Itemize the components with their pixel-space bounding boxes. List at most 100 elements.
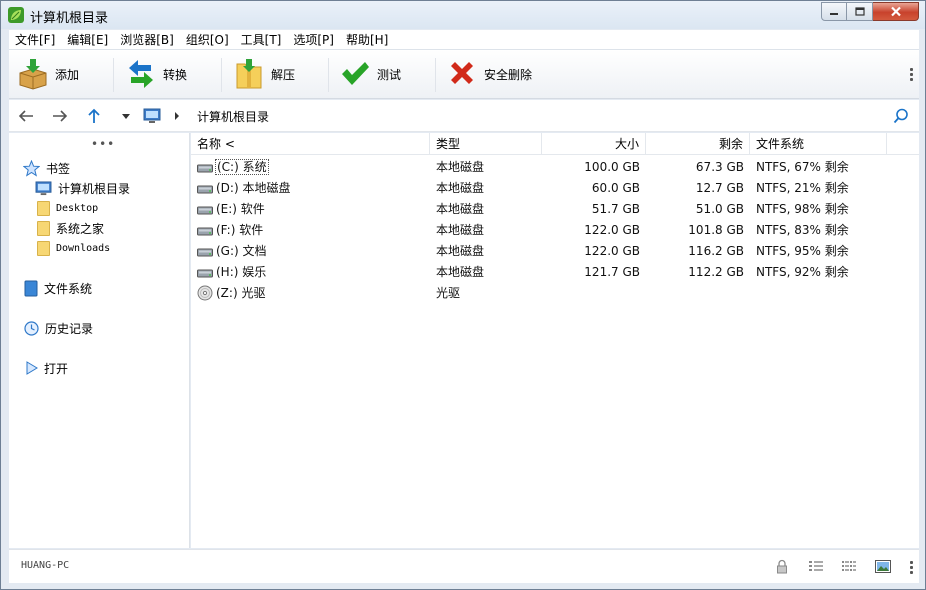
folder-icon bbox=[37, 220, 50, 236]
status-more-icon[interactable] bbox=[910, 561, 913, 576]
computer-icon bbox=[35, 180, 52, 195]
toolbar-separator bbox=[435, 58, 436, 92]
drive-filesystem: NTFS, 83% 剩余 bbox=[756, 223, 849, 237]
drive-name: (E:) 软件 bbox=[216, 202, 265, 216]
close-button[interactable] bbox=[873, 2, 919, 21]
table-row[interactable]: (Z:) 光驱 光驱 bbox=[191, 283, 919, 304]
optical-disc-icon bbox=[197, 285, 213, 301]
drive-free: 101.8 GB bbox=[688, 223, 744, 237]
bookmarks-label: 书签 bbox=[46, 161, 71, 176]
drive-size: 100.0 GB bbox=[584, 160, 640, 174]
search-icon[interactable] bbox=[893, 108, 909, 124]
drive-free: 67.3 GB bbox=[695, 160, 744, 174]
sidebar-open[interactable]: 打开 bbox=[26, 359, 68, 377]
drive-name: (G:) 文档 bbox=[216, 244, 267, 258]
drive-size: 60.0 GB bbox=[591, 181, 640, 195]
folder-zip-icon bbox=[236, 59, 262, 89]
thumbnail-view-icon[interactable] bbox=[875, 559, 891, 574]
convert-label: 转换 bbox=[163, 67, 188, 82]
drive-filesystem: NTFS, 67% 剩余 bbox=[756, 160, 849, 174]
drive-type: 光驱 bbox=[436, 286, 461, 300]
history-dropdown-icon[interactable] bbox=[121, 108, 131, 124]
column-size[interactable]: 大小 bbox=[542, 133, 646, 155]
breadcrumb-chevron-icon[interactable] bbox=[173, 108, 181, 124]
toolbar-separator bbox=[328, 58, 329, 92]
drive-filesystem: NTFS, 98% 剩余 bbox=[756, 202, 849, 216]
menu-help[interactable]: 帮助[H] bbox=[340, 30, 394, 50]
sidebar-item-computer-root[interactable]: 计算机根目录 bbox=[35, 179, 130, 197]
table-row[interactable]: (F:) 软件 本地磁盘 122.0 GB 101.8 GB NTFS, 83%… bbox=[191, 220, 919, 241]
drive-filesystem: NTFS, 95% 剩余 bbox=[756, 244, 849, 258]
drive-type: 本地磁盘 bbox=[436, 181, 485, 195]
drive-name: (C:) 系统 bbox=[215, 159, 269, 175]
table-row[interactable]: (D:) 本地磁盘 本地磁盘 60.0 GB 12.7 GB NTFS, 21%… bbox=[191, 178, 919, 199]
leaf-icon bbox=[8, 7, 24, 23]
drive-free: 51.0 GB bbox=[695, 202, 744, 216]
column-filesystem[interactable]: 文件系统 bbox=[750, 133, 887, 155]
add-button[interactable]: 添加 bbox=[17, 56, 79, 92]
status-bar: HUANG-PC bbox=[9, 549, 919, 583]
sidebar-item-xitongzhijia[interactable]: 系统之家 bbox=[37, 219, 104, 237]
test-button[interactable]: 测试 bbox=[339, 56, 401, 92]
menu-file[interactable]: 文件[F] bbox=[9, 30, 61, 50]
lock-icon[interactable] bbox=[774, 559, 790, 574]
minimize-button[interactable] bbox=[821, 2, 847, 21]
star-icon bbox=[23, 159, 40, 177]
computer-name: HUANG-PC bbox=[21, 560, 70, 571]
menu-organize[interactable]: 组织[O] bbox=[180, 30, 235, 50]
sidebar-more-icon[interactable]: ••• bbox=[91, 137, 115, 151]
drive-filesystem: NTFS, 21% 剩余 bbox=[756, 181, 849, 195]
forward-arrow-icon[interactable] bbox=[51, 108, 69, 124]
drive-size: 51.7 GB bbox=[591, 202, 640, 216]
filesystem-label: 文件系统 bbox=[44, 281, 93, 296]
sidebar-filesystem[interactable]: 文件系统 bbox=[24, 279, 92, 297]
table-row[interactable]: (E:) 软件 本地磁盘 51.7 GB 51.0 GB NTFS, 98% 剩… bbox=[191, 199, 919, 220]
drive-size: 122.0 GB bbox=[584, 223, 640, 237]
drive-type: 本地磁盘 bbox=[436, 160, 485, 174]
menu-bar: 文件[F] 编辑[E] 浏览器[B] 组织[O] 工具[T] 选项[P] 帮助[… bbox=[9, 30, 919, 50]
table-row[interactable]: (C:) 系统 本地磁盘 100.0 GB 67.3 GB NTFS, 67% … bbox=[191, 157, 919, 178]
maximize-button[interactable] bbox=[847, 2, 873, 21]
menu-options[interactable]: 选项[P] bbox=[287, 30, 340, 50]
sidebar-history[interactable]: 历史记录 bbox=[24, 319, 93, 337]
table-row[interactable]: (H:) 娱乐 本地磁盘 121.7 GB 112.2 GB NTFS, 92%… bbox=[191, 262, 919, 283]
drive-type: 本地磁盘 bbox=[436, 202, 485, 216]
column-name[interactable]: 名称 < bbox=[191, 133, 430, 155]
sidebar: ••• 书签 计算机根目录 Desktop 系统之家 Downloads 文件系… bbox=[9, 133, 190, 548]
checkmark-icon bbox=[342, 62, 369, 85]
menu-edit[interactable]: 编辑[E] bbox=[61, 30, 114, 50]
title-bar[interactable]: 计算机根目录 bbox=[1, 1, 925, 29]
close-icon bbox=[890, 6, 901, 17]
open-label: 打开 bbox=[44, 361, 69, 376]
minimize-icon bbox=[830, 12, 838, 15]
column-free[interactable]: 剩余 bbox=[646, 133, 750, 155]
toolbar-more-icon[interactable] bbox=[910, 68, 913, 83]
sidebar-bookmarks[interactable]: 书签 bbox=[23, 159, 70, 177]
sidebar-item-downloads[interactable]: Downloads bbox=[37, 239, 110, 257]
list-view-icon[interactable] bbox=[841, 559, 857, 574]
sidebar-item-label: 计算机根目录 bbox=[58, 181, 131, 196]
history-label: 历史记录 bbox=[45, 321, 94, 336]
menu-browser[interactable]: 浏览器[B] bbox=[114, 30, 180, 50]
drive-name: (H:) 娱乐 bbox=[216, 265, 267, 279]
menu-tools[interactable]: 工具[T] bbox=[235, 30, 288, 50]
column-type[interactable]: 类型 bbox=[430, 133, 542, 155]
drive-free: 116.2 GB bbox=[688, 244, 744, 258]
table-header: 名称 < 类型 大小 剩余 文件系统 bbox=[191, 133, 919, 155]
hard-drive-icon bbox=[197, 206, 213, 215]
drive-type: 本地磁盘 bbox=[436, 265, 485, 279]
convert-button[interactable]: 转换 bbox=[125, 56, 187, 92]
secure-delete-button[interactable]: 安全删除 bbox=[446, 56, 532, 92]
drive-size: 121.7 GB bbox=[584, 265, 640, 279]
breadcrumb-current[interactable]: 计算机根目录 bbox=[197, 108, 269, 125]
drive-type: 本地磁盘 bbox=[436, 244, 485, 258]
address-bar: 计算机根目录 bbox=[9, 100, 919, 132]
extract-button[interactable]: 解压 bbox=[233, 56, 295, 92]
details-view-icon[interactable] bbox=[808, 559, 824, 574]
up-arrow-icon[interactable] bbox=[85, 108, 103, 124]
drive-free bbox=[646, 283, 744, 304]
back-arrow-icon[interactable] bbox=[17, 108, 35, 124]
table-row[interactable]: (G:) 文档 本地磁盘 122.0 GB 116.2 GB NTFS, 95%… bbox=[191, 241, 919, 262]
sidebar-item-desktop[interactable]: Desktop bbox=[37, 199, 98, 217]
toolbar-separator bbox=[221, 58, 222, 92]
